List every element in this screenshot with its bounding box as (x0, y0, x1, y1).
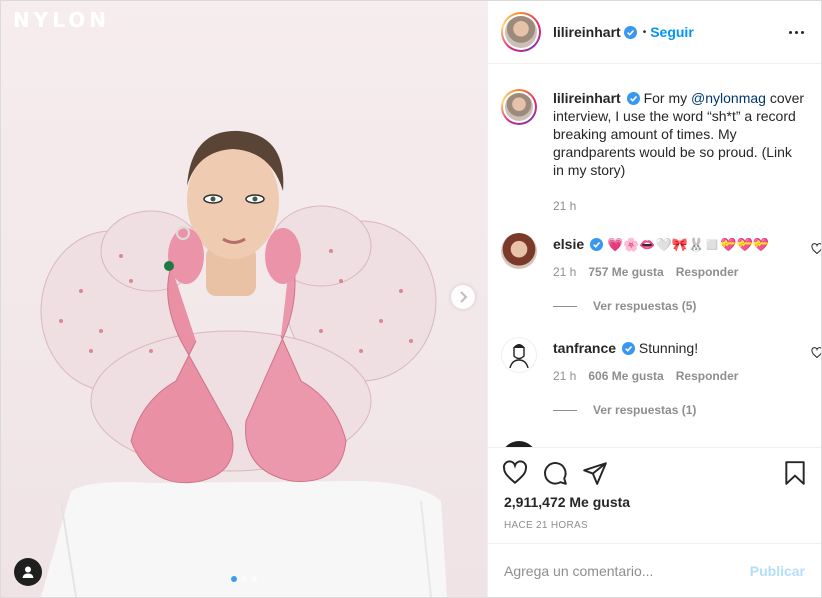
comments-list[interactable]: lilireinhart For my @nylonmag cover inte… (488, 65, 821, 447)
comment-likes[interactable]: 606 Me gusta (588, 369, 663, 383)
author-username[interactable]: lilireinhart (553, 24, 621, 40)
save-bookmark-icon[interactable] (782, 460, 808, 486)
comment-bubble-icon[interactable] (542, 460, 568, 486)
follow-button[interactable]: Seguir (650, 24, 694, 40)
carousel-dots (231, 576, 257, 582)
like-heart-icon[interactable] (502, 460, 528, 486)
view-replies-label: Ver respuestas (1) (593, 403, 697, 417)
comment-meta: 21 h 606 Me gusta Responder (553, 369, 738, 383)
comment-username[interactable]: tanfrance (553, 340, 616, 356)
comment-avatar[interactable] (501, 337, 537, 373)
comment-body: tanfrance Stunning! (553, 339, 805, 357)
heart-icon[interactable] (811, 243, 821, 255)
carousel-dot (231, 576, 237, 582)
post-photo[interactable]: NYLON (1, 1, 487, 597)
caption-meta: 21 h (553, 199, 576, 213)
view-replies-button[interactable]: Ver respuestas (5) (553, 299, 696, 313)
post-dialog: NYLON lilireinhart • Seguir lilireinhart… (0, 0, 822, 598)
tagged-users-button[interactable] (14, 558, 42, 586)
nylon-watermark: NYLON (13, 8, 110, 32)
comment-text: Stunning! (638, 340, 699, 356)
caption-text-before: For my (643, 90, 692, 106)
view-replies-label: Ver respuestas (5) (593, 299, 697, 313)
view-replies-button[interactable]: Ver respuestas (1) (553, 403, 696, 417)
caption-mention-link[interactable]: @nylonmag (691, 90, 766, 106)
reply-button[interactable]: Responder (676, 265, 739, 279)
verified-icon (622, 342, 636, 355)
comment-likes[interactable]: 757 Me gusta (588, 265, 663, 279)
share-icon[interactable] (582, 460, 608, 486)
chevron-right-icon (460, 291, 468, 303)
comment-text: 💗🌸👄🤍🎀🐰◻️💝💝💝 (607, 237, 769, 252)
post-panel: lilireinhart • Seguir lilireinhart For m… (487, 1, 821, 597)
publish-button[interactable]: Publicar (750, 563, 805, 579)
caption-username[interactable]: lilireinhart (553, 90, 621, 106)
carousel-dot (251, 576, 257, 582)
verified-icon (590, 238, 604, 251)
header-separator: • (642, 26, 647, 38)
more-icon (788, 30, 792, 34)
post-header: lilireinhart • Seguir (488, 1, 821, 64)
comment-meta: 21 h 757 Me gusta Responder (553, 265, 738, 279)
verified-icon (626, 92, 640, 105)
reply-button[interactable]: Responder (676, 369, 739, 383)
caption-time[interactable]: 21 h (553, 199, 576, 213)
comment-input[interactable]: Agrega un comentario... (504, 563, 653, 579)
caption-avatar[interactable] (501, 89, 537, 125)
more-options-button[interactable] (785, 23, 807, 41)
comment-time[interactable]: 21 h (553, 369, 576, 383)
verified-icon (623, 25, 637, 39)
caption-body: lilireinhart For my @nylonmag cover inte… (553, 89, 805, 179)
post-actions: 2,911,472 Me gusta HACE 21 HORAS Agrega … (488, 447, 821, 597)
likes-count[interactable]: 2,911,472 Me gusta (504, 494, 630, 510)
author-avatar[interactable] (501, 12, 541, 52)
heart-icon[interactable] (811, 347, 821, 359)
user-icon (22, 566, 34, 578)
comment-composer: Agrega un comentario... Publicar (488, 543, 821, 598)
next-photo-button[interactable] (451, 285, 475, 309)
comment-username[interactable]: elsie (553, 236, 584, 252)
carousel-dot (241, 576, 247, 582)
post-timestamp[interactable]: HACE 21 HORAS (504, 520, 588, 531)
photo-scene (40, 130, 447, 597)
comment-body: elsie 💗🌸👄🤍🎀🐰◻️💝💝💝 (553, 235, 805, 254)
comment-avatar[interactable] (501, 233, 537, 269)
comment-time[interactable]: 21 h (553, 265, 576, 279)
